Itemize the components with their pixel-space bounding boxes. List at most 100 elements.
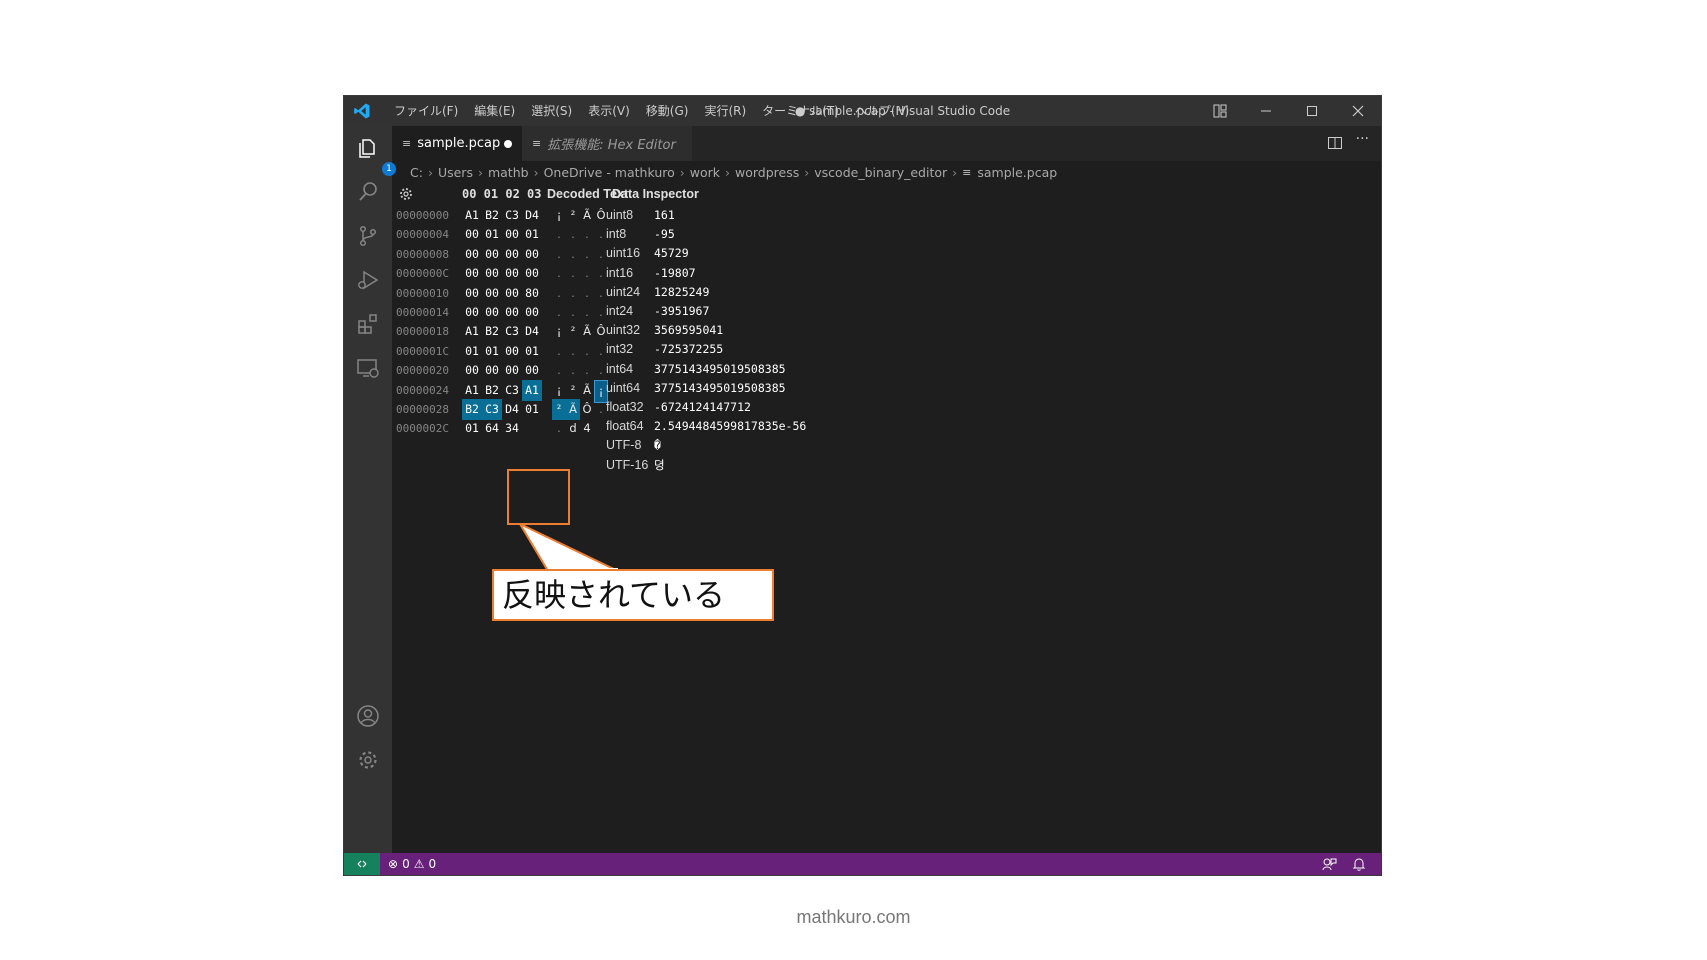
hex-byte[interactable]: 00 (502, 224, 522, 245)
hex-byte[interactable]: 00 (482, 283, 502, 304)
hex-byte[interactable]: 00 (522, 302, 542, 323)
decoded-char[interactable]: ² (566, 380, 580, 401)
inspector-value[interactable]: 12825249 (654, 282, 709, 303)
decoded-char[interactable]: ² (566, 205, 580, 226)
inspector-value[interactable]: -19807 (654, 263, 696, 284)
hex-byte[interactable]: C3 (502, 380, 522, 401)
settings-gear-icon[interactable] (398, 186, 414, 202)
hex-byte[interactable]: 00 (502, 244, 522, 265)
hex-byte[interactable]: 80 (522, 283, 542, 304)
decoded-char[interactable]: 4 (580, 418, 594, 439)
hex-byte[interactable]: 01 (462, 418, 482, 439)
decoded-char[interactable]: . (580, 283, 594, 304)
breadcrumb-item[interactable]: vscode_binary_editor (814, 165, 947, 180)
decoded-char[interactable]: . (580, 341, 594, 362)
bell-icon[interactable] (1351, 856, 1367, 872)
tab-hex-editor-extension[interactable]: ≡ 拡張機能: Hex Editor (522, 126, 692, 161)
hex-byte[interactable]: 00 (502, 283, 522, 304)
source-control-button[interactable] (356, 224, 380, 248)
hex-byte[interactable]: 00 (482, 360, 502, 381)
breadcrumb-item[interactable]: C: (410, 165, 423, 180)
decoded-char[interactable]: d (566, 418, 580, 439)
hex-byte[interactable]: B2 (482, 205, 502, 226)
manage-button[interactable] (356, 748, 380, 772)
inspector-value[interactable]: � (654, 435, 661, 456)
hex-byte[interactable]: D4 (502, 399, 522, 420)
decoded-char[interactable]: . (552, 360, 566, 381)
decoded-char[interactable]: Ã (580, 380, 594, 401)
decoded-char[interactable]: ² (552, 399, 566, 420)
extensions-button[interactable] (356, 312, 380, 336)
decoded-char[interactable]: . (552, 263, 566, 284)
decoded-char[interactable]: . (552, 341, 566, 362)
hex-byte[interactable]: 64 (482, 418, 502, 439)
decoded-char[interactable]: ¡ (552, 205, 566, 226)
layout-button[interactable] (1197, 96, 1243, 126)
minimize-button[interactable] (1243, 96, 1289, 126)
inspector-value[interactable]: 3775143495019508385 (654, 359, 786, 380)
breadcrumb-item[interactable]: mathb (488, 165, 529, 180)
inspector-value[interactable]: 3569595041 (654, 320, 723, 341)
decoded-char[interactable]: Ã (580, 205, 594, 226)
hex-byte[interactable]: B2 (482, 380, 502, 401)
hex-byte[interactable]: D4 (522, 205, 542, 226)
hex-byte[interactable]: A1 (462, 380, 482, 401)
problems-indicator[interactable]: ⊗ 0 ⚠ 0 (388, 853, 436, 875)
hex-byte[interactable]: B2 (482, 321, 502, 342)
decoded-char[interactable]: . (580, 244, 594, 265)
hex-byte[interactable]: 00 (462, 224, 482, 245)
hex-byte[interactable]: 01 (522, 399, 542, 420)
accounts-button[interactable] (356, 704, 380, 728)
hex-byte[interactable]: 01 (462, 341, 482, 362)
inspector-value[interactable]: -6724124147712 (654, 397, 751, 418)
hex-byte[interactable]: B2 (462, 399, 482, 420)
breadcrumb-item[interactable]: work (690, 165, 720, 180)
hex-byte[interactable]: 00 (482, 302, 502, 323)
inspector-value[interactable]: 45729 (654, 243, 689, 264)
decoded-char[interactable]: ¡ (552, 380, 566, 401)
decoded-char[interactable]: . (580, 302, 594, 323)
inspector-value[interactable]: 161 (654, 205, 675, 226)
decoded-char[interactable]: . (552, 418, 566, 439)
decoded-char[interactable]: . (566, 244, 580, 265)
decoded-char[interactable]: . (566, 302, 580, 323)
hex-byte[interactable]: 00 (502, 341, 522, 362)
breadcrumb-item[interactable]: sample.pcap (977, 165, 1057, 180)
inspector-value[interactable]: 3775143495019508385 (654, 378, 786, 399)
feedback-icon[interactable] (1321, 856, 1337, 872)
hex-byte[interactable]: 01 (522, 224, 542, 245)
tab-sample-pcap[interactable]: ≡ sample.pcap (392, 126, 522, 161)
decoded-char[interactable]: . (552, 244, 566, 265)
explorer-button[interactable]: 1 (356, 136, 396, 176)
inspector-value[interactable]: -3951967 (654, 301, 709, 322)
breadcrumb-item[interactable]: Users (438, 165, 473, 180)
breadcrumb-item[interactable]: wordpress (735, 165, 799, 180)
hex-byte[interactable]: 00 (462, 360, 482, 381)
decoded-char[interactable]: . (566, 283, 580, 304)
hex-byte[interactable]: A1 (462, 321, 482, 342)
decoded-char[interactable]: . (580, 263, 594, 284)
decoded-char[interactable]: ² (566, 321, 580, 342)
decoded-char[interactable]: . (566, 360, 580, 381)
decoded-char[interactable]: ¡ (552, 321, 566, 342)
decoded-char[interactable]: . (552, 224, 566, 245)
maximize-button[interactable] (1289, 96, 1335, 126)
breadcrumb-item[interactable]: OneDrive - mathkuro (544, 165, 675, 180)
hex-byte[interactable]: 01 (482, 224, 502, 245)
hex-byte[interactable]: 00 (462, 244, 482, 265)
decoded-char[interactable]: Ã (566, 399, 580, 420)
decoded-char[interactable]: Ã (580, 321, 594, 342)
remote-indicator[interactable] (344, 853, 380, 875)
hex-byte[interactable]: 00 (482, 263, 502, 284)
hex-byte[interactable]: 00 (522, 244, 542, 265)
hex-byte[interactable]: 01 (482, 341, 502, 362)
run-debug-button[interactable] (356, 268, 380, 292)
hex-byte[interactable]: 00 (502, 263, 522, 284)
hex-byte[interactable]: 01 (522, 341, 542, 362)
decoded-char[interactable]: . (566, 341, 580, 362)
inspector-value[interactable]: 2.5494484599817835e-56 (654, 416, 806, 437)
decoded-char[interactable]: . (566, 263, 580, 284)
hex-byte[interactable]: 00 (462, 302, 482, 323)
hex-byte[interactable]: 00 (522, 263, 542, 284)
hex-byte[interactable]: A1 (462, 205, 482, 226)
